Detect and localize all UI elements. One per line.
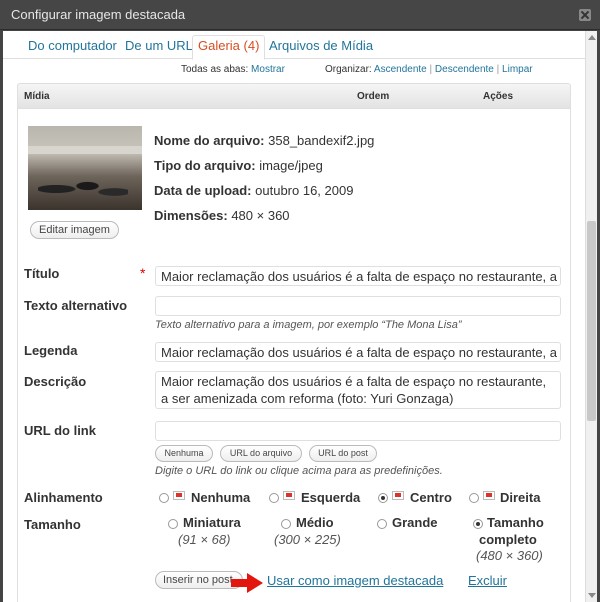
vertical-scrollbar[interactable]: [585, 31, 597, 602]
column-order: Ordem: [357, 91, 390, 102]
url-post-button[interactable]: URL do post: [309, 445, 377, 462]
file-type: Tipo do arquivo: image/jpeg: [154, 158, 323, 173]
sort-filter: Organizar: Ascendente | Descendente | Li…: [325, 64, 533, 75]
tab-from-url[interactable]: De um URL: [120, 36, 198, 59]
file-name: Nome do arquivo: 358_bandexif2.jpg: [154, 133, 375, 148]
caption-field[interactable]: Maior reclamação dos usuários é a falta …: [155, 342, 561, 362]
size-thumbnail-label[interactable]: Miniatura: [183, 515, 241, 530]
size-medium-label[interactable]: Médio: [296, 515, 334, 530]
show-all-link[interactable]: Mostrar: [251, 64, 285, 75]
tab-media-library[interactable]: Arquivos de Mídia: [264, 36, 378, 59]
description-textarea[interactable]: Maior reclamação dos usuários é a falta …: [155, 371, 561, 409]
align-right-radio[interactable]: [469, 493, 479, 503]
size-medium-radio[interactable]: [281, 519, 291, 529]
size-full-radio[interactable]: [473, 519, 483, 529]
close-icon[interactable]: [579, 9, 591, 21]
dialog-title: Configurar imagem destacada: [11, 7, 186, 22]
size-thumbnail-dims: (91 × 68): [178, 532, 231, 547]
scrollbar-thumb[interactable]: [587, 221, 596, 421]
alignment-label: Alinhamento: [24, 490, 103, 505]
link-url-field[interactable]: [155, 421, 561, 441]
link-url-label: URL do link: [24, 423, 96, 438]
size-full-label-2[interactable]: completo: [479, 532, 537, 547]
align-right-icon: [483, 491, 495, 500]
column-actions: Ações: [483, 91, 514, 102]
column-media: Mídia: [24, 91, 50, 102]
align-right-label[interactable]: Direita: [500, 490, 540, 505]
size-medium-dims: (300 × 225): [274, 532, 341, 547]
required-mark: *: [140, 265, 146, 281]
sort-ascending-link[interactable]: Ascendente: [374, 64, 427, 75]
title-label: Título: [24, 266, 60, 281]
media-table-header: Mídia Ordem Ações: [17, 83, 571, 109]
align-left-radio[interactable]: [269, 493, 279, 503]
align-none-icon: [173, 491, 185, 500]
url-none-button[interactable]: Nenhuma: [155, 445, 213, 462]
all-tabs-filter: Todas as abas: Mostrar: [181, 64, 285, 75]
url-file-button[interactable]: URL do arquivo: [220, 445, 302, 462]
size-large-label[interactable]: Grande: [392, 515, 438, 530]
size-large-radio[interactable]: [377, 519, 387, 529]
align-center-label[interactable]: Centro: [410, 490, 452, 505]
sort-descending-link[interactable]: Descendente: [435, 64, 494, 75]
media-dialog: Do computador De um URL Galeria (4) Arqu…: [3, 31, 597, 602]
delete-link[interactable]: Excluir: [468, 573, 507, 588]
sort-clear-link[interactable]: Limpar: [502, 64, 533, 75]
alt-text-help: Texto alternativo para a imagem, por exe…: [155, 319, 462, 331]
align-none-label[interactable]: Nenhuma: [191, 490, 250, 505]
caption-label: Legenda: [24, 343, 78, 358]
set-featured-image-link[interactable]: Usar como imagem destacada: [267, 573, 443, 588]
align-left-label[interactable]: Esquerda: [301, 490, 360, 505]
insert-into-post-button[interactable]: Inserir no post: [155, 571, 243, 589]
size-label: Tamanho: [24, 517, 81, 532]
upload-date: Data de upload: outubro 16, 2009: [154, 183, 354, 198]
alt-text-field[interactable]: [155, 296, 561, 316]
size-full-label[interactable]: Tamanho: [487, 515, 544, 530]
tab-gallery[interactable]: Galeria (4): [192, 35, 266, 60]
align-center-icon: [392, 491, 404, 500]
size-thumbnail-radio[interactable]: [168, 519, 178, 529]
align-none-radio[interactable]: [159, 493, 169, 503]
link-url-help: Digite o URL do link ou clique acima par…: [155, 465, 443, 477]
edit-image-button[interactable]: Editar imagem: [30, 221, 119, 239]
tab-bar: Do computador De um URL Galeria (4) Arqu…: [3, 31, 585, 60]
description-label: Descrição: [24, 374, 87, 389]
red-arrow-icon: [231, 573, 263, 593]
image-thumbnail: [28, 126, 142, 210]
tab-from-computer[interactable]: Do computador: [23, 36, 122, 59]
scroll-down-icon[interactable]: [588, 593, 596, 598]
image-dimensions: Dimensões: 480 × 360: [154, 208, 290, 223]
scroll-up-icon[interactable]: [588, 35, 596, 40]
align-left-icon: [283, 491, 295, 500]
dialog-titlebar: Configurar imagem destacada: [0, 0, 600, 30]
title-field[interactable]: Maior reclamação dos usuários é a falta …: [155, 266, 561, 286]
align-center-radio[interactable]: [378, 493, 388, 503]
size-full-dims: (480 × 360): [476, 548, 543, 563]
alt-text-label: Texto alternativo: [24, 298, 128, 313]
